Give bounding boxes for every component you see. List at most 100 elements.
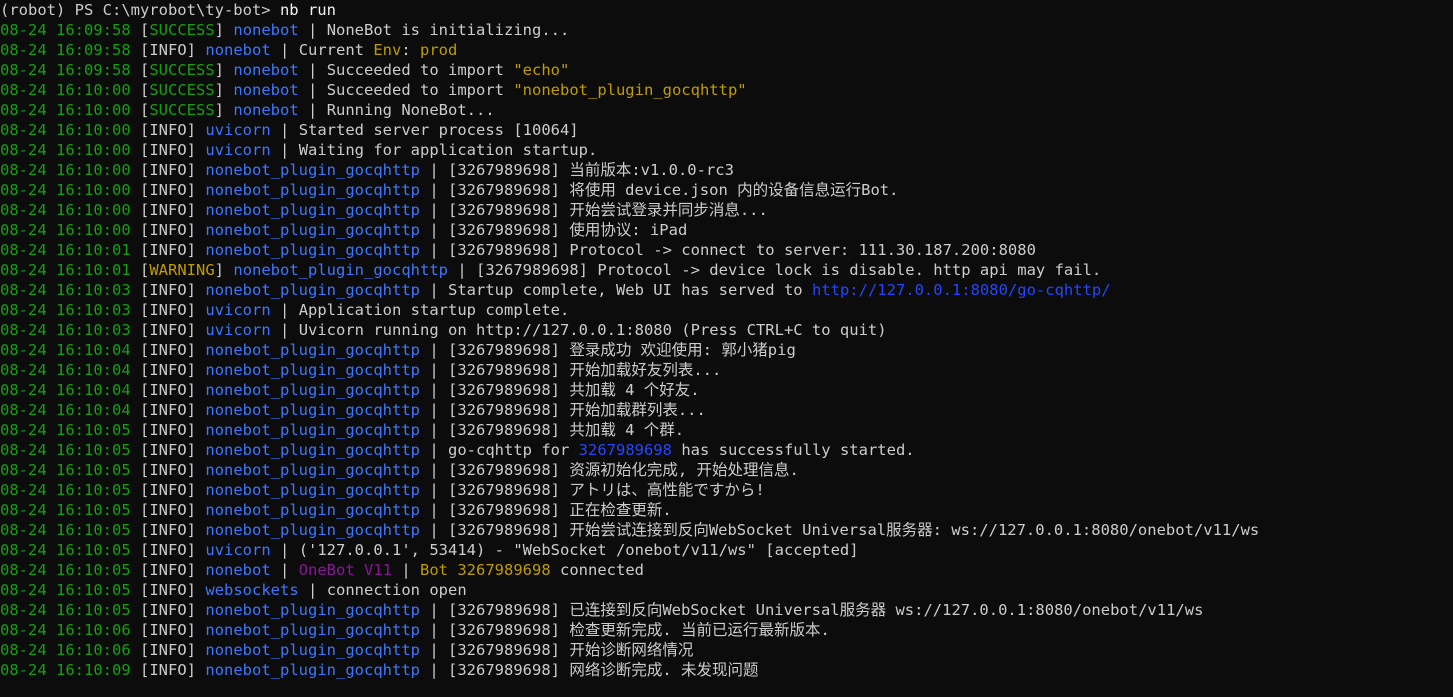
- log-separator: |: [298, 61, 327, 79]
- log-timestamp: 08-24 16:10:01: [0, 261, 131, 279]
- log-message: 3267989698: [578, 441, 672, 459]
- log-line: 08-24 16:09:58 [SUCCESS] nonebot | Succe…: [0, 60, 1453, 80]
- log-level-badge: [INFO]: [140, 461, 197, 479]
- log-line: 08-24 16:10:05 [INFO] nonebot_plugin_goc…: [0, 500, 1453, 520]
- log-timestamp: 08-24 16:10:03: [0, 281, 131, 299]
- log-separator: |: [420, 401, 448, 419]
- log-level-badge: [INFO]: [140, 541, 197, 559]
- log-level-text: INFO: [149, 601, 187, 619]
- log-line: 08-24 16:10:03 [INFO] uvicorn | Uvicorn …: [0, 320, 1453, 340]
- log-level-text: SUCCESS: [149, 21, 215, 39]
- log-source: nonebot_plugin_gocqhttp: [233, 261, 448, 279]
- log-level-text: INFO: [149, 581, 187, 599]
- log-level-badge: [INFO]: [140, 201, 197, 219]
- log-level-badge: [INFO]: [140, 561, 197, 579]
- log-timestamp: 08-24 16:10:04: [0, 381, 131, 399]
- log-separator: |: [270, 41, 299, 59]
- log-separator: |: [420, 421, 448, 439]
- log-separator: |: [420, 201, 448, 219]
- log-level-badge: [INFO]: [140, 341, 197, 359]
- log-line: 08-24 16:10:03 [INFO] nonebot_plugin_goc…: [0, 280, 1453, 300]
- log-source: nonebot_plugin_gocqhttp: [205, 601, 420, 619]
- log-line: 08-24 16:10:00 [INFO] uvicorn | Waiting …: [0, 140, 1453, 160]
- log-level-text: INFO: [149, 361, 187, 379]
- log-source: nonebot: [205, 41, 271, 59]
- log-source: nonebot_plugin_gocqhttp: [205, 181, 420, 199]
- log-separator: |: [420, 461, 448, 479]
- log-message: [3267989698] アトリは、高性能ですから!: [448, 481, 765, 499]
- log-level-text: INFO: [149, 561, 187, 579]
- log-level-badge: [INFO]: [140, 361, 197, 379]
- log-separator: |: [270, 121, 299, 139]
- log-line: 08-24 16:10:00 [INFO] nonebot_plugin_goc…: [0, 160, 1453, 180]
- log-separator: |: [420, 281, 448, 299]
- log-level-badge: [INFO]: [140, 281, 197, 299]
- log-separator: |: [270, 561, 299, 579]
- log-line: 08-24 16:10:05 [INFO] nonebot_plugin_goc…: [0, 420, 1453, 440]
- log-separator: |: [420, 441, 448, 459]
- log-message: ('127.0.0.1', 53414) - "WebSocket /onebo…: [298, 541, 859, 559]
- log-level-badge: [SUCCESS]: [140, 21, 225, 39]
- log-level-text: INFO: [149, 621, 187, 639]
- log-level-text: INFO: [149, 641, 187, 659]
- log-line: 08-24 16:10:05 [INFO] nonebot_plugin_goc…: [0, 480, 1453, 500]
- log-level-text: INFO: [149, 181, 187, 199]
- log-source: nonebot: [233, 21, 299, 39]
- log-message: Succeeded to import: [326, 81, 514, 99]
- log-level-badge: [INFO]: [140, 501, 197, 519]
- log-source: nonebot_plugin_gocqhttp: [205, 521, 420, 539]
- log-message: Waiting for application startup.: [298, 141, 598, 159]
- log-separator: |: [420, 241, 448, 259]
- log-message: [3267989698] 使用协议: iPad: [448, 221, 688, 239]
- log-separator: |: [448, 261, 476, 279]
- log-level-text: INFO: [149, 221, 187, 239]
- log-link[interactable]: http://127.0.0.1:8080/go-cqhttp/: [812, 281, 1111, 299]
- log-line: 08-24 16:10:00 [SUCCESS] nonebot | Succe…: [0, 80, 1453, 100]
- log-source: uvicorn: [205, 301, 271, 319]
- log-level-text: INFO: [149, 521, 187, 539]
- log-timestamp: 08-24 16:10:06: [0, 621, 131, 639]
- log-separator: |: [270, 301, 299, 319]
- log-line: 08-24 16:10:00 [INFO] nonebot_plugin_goc…: [0, 200, 1453, 220]
- log-timestamp: 08-24 16:10:05: [0, 521, 131, 539]
- log-level-text: INFO: [149, 41, 187, 59]
- log-separator: |: [420, 621, 448, 639]
- log-timestamp: 08-24 16:10:04: [0, 401, 131, 419]
- log-line: 08-24 16:10:00 [INFO] nonebot_plugin_goc…: [0, 220, 1453, 240]
- log-message: [3267989698] 已连接到反向WebSocket Universal服务…: [448, 601, 1204, 619]
- log-level-text: INFO: [149, 281, 187, 299]
- log-message: go-cqhttp for: [448, 441, 579, 459]
- log-separator: |: [420, 521, 448, 539]
- log-separator: |: [270, 321, 299, 339]
- log-separator: |: [298, 21, 327, 39]
- log-level-text: INFO: [149, 301, 187, 319]
- log-level-badge: [SUCCESS]: [140, 61, 225, 79]
- log-level-badge: [INFO]: [140, 381, 197, 399]
- log-level-badge: [INFO]: [140, 161, 197, 179]
- log-source: nonebot_plugin_gocqhttp: [205, 661, 420, 679]
- log-timestamp: 08-24 16:10:00: [0, 121, 131, 139]
- log-source: nonebot_plugin_gocqhttp: [205, 161, 420, 179]
- log-separator: |: [298, 581, 327, 599]
- terminal-window[interactable]: (robot) PS C:\myrobot\ty-bot> nb run 08-…: [0, 0, 1453, 697]
- log-separator: |: [420, 481, 448, 499]
- log-message: NoneBot is initializing...: [326, 21, 570, 39]
- log-line: 08-24 16:10:00 [INFO] nonebot_plugin_goc…: [0, 180, 1453, 200]
- log-timestamp: 08-24 16:10:05: [0, 541, 131, 559]
- log-separator: |: [420, 661, 448, 679]
- log-separator: |: [420, 361, 448, 379]
- log-source: nonebot_plugin_gocqhttp: [205, 381, 420, 399]
- log-line: 08-24 16:10:06 [INFO] nonebot_plugin_goc…: [0, 620, 1453, 640]
- log-timestamp: 08-24 16:10:03: [0, 321, 131, 339]
- log-timestamp: 08-24 16:10:00: [0, 201, 131, 219]
- log-source: nonebot_plugin_gocqhttp: [205, 241, 420, 259]
- log-timestamp: 08-24 16:10:04: [0, 341, 131, 359]
- log-message: [3267989698] 当前版本:v1.0.0-rc3: [448, 161, 734, 179]
- log-source: nonebot_plugin_gocqhttp: [205, 341, 420, 359]
- log-message: connected: [550, 561, 644, 579]
- log-source: nonebot_plugin_gocqhttp: [205, 621, 420, 639]
- log-message: "nonebot_plugin_gocqhttp": [513, 81, 747, 99]
- log-source: nonebot: [233, 61, 299, 79]
- log-level-text: INFO: [149, 141, 187, 159]
- log-source: uvicorn: [205, 321, 271, 339]
